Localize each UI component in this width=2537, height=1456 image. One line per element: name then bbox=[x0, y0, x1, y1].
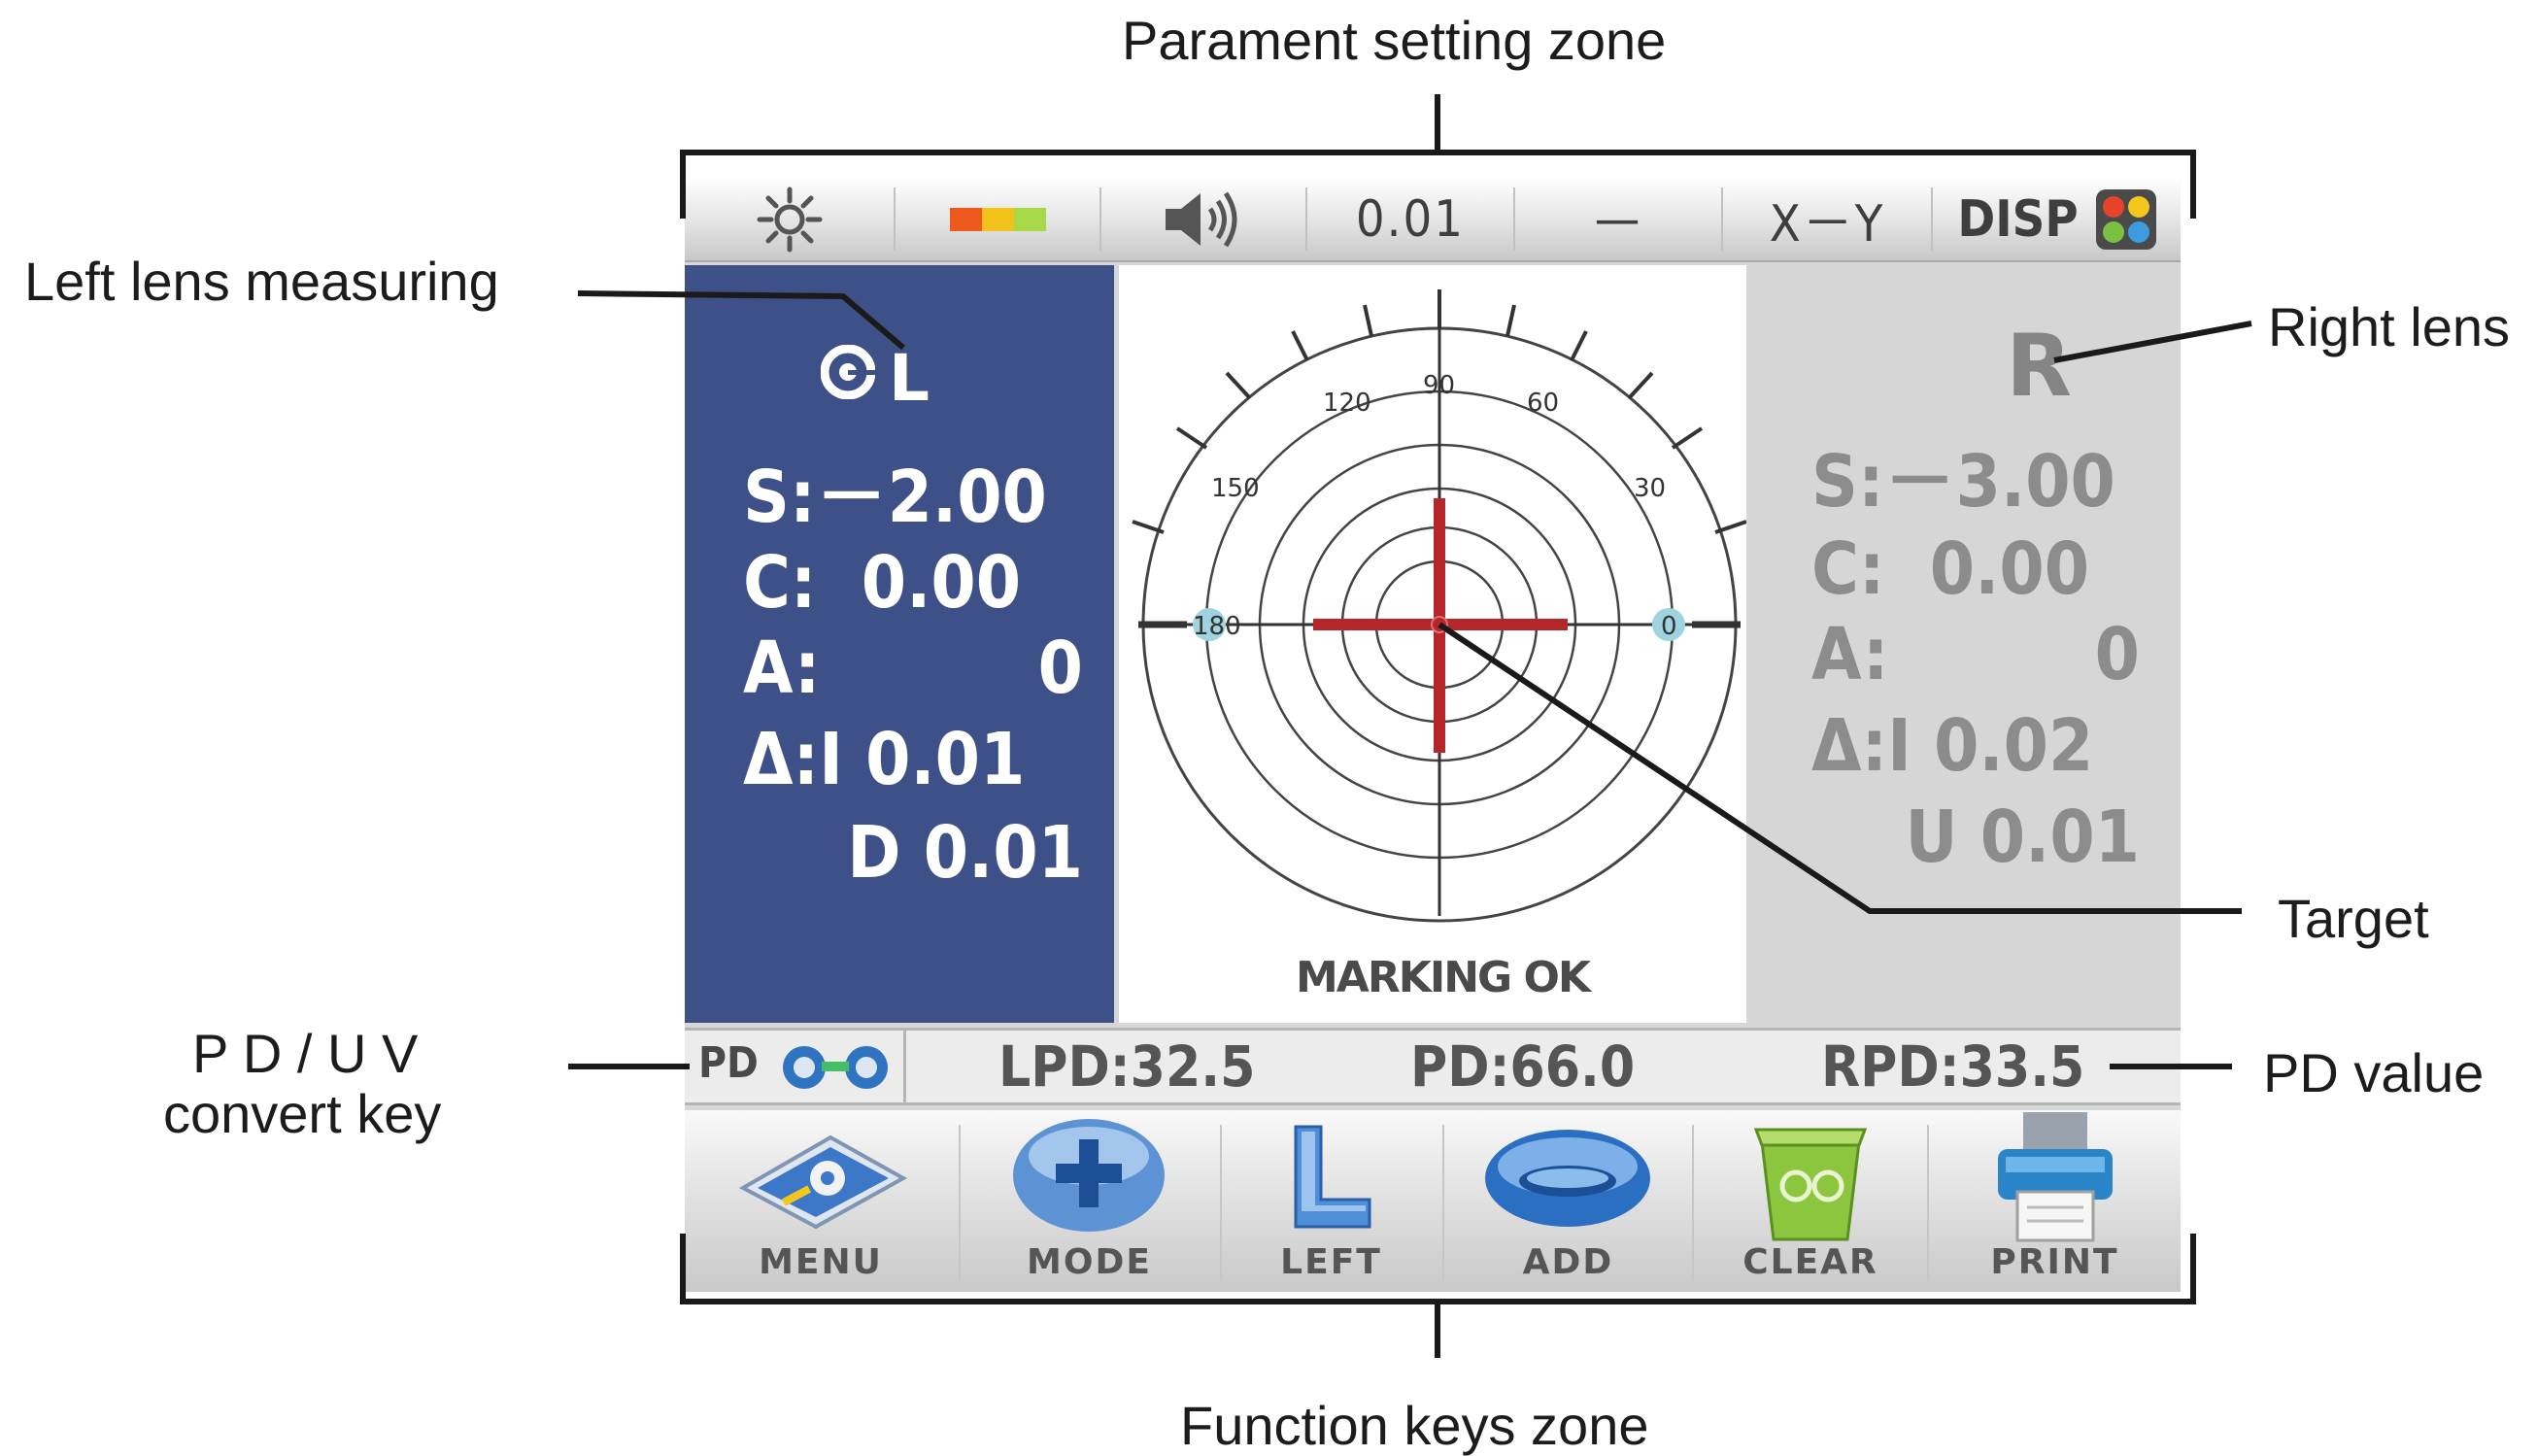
menu-tablet-icon bbox=[738, 1134, 908, 1230]
menu-button[interactable]: MENU bbox=[685, 1110, 957, 1292]
clear-button[interactable]: CLEAR bbox=[1694, 1110, 1927, 1292]
glasses-icon bbox=[783, 1046, 888, 1089]
pd-bar: PD LPD:32.5 PD:66.0 RPD:33.5 bbox=[685, 1028, 2181, 1105]
lens-indicator-icon bbox=[821, 345, 875, 399]
callout-target: Target bbox=[2278, 888, 2429, 949]
mode-label: MODE bbox=[1027, 1242, 1152, 1282]
angle-label-0: 0 bbox=[1661, 612, 1677, 641]
cylinder-sign-button[interactable]: — bbox=[1515, 178, 1721, 260]
angle-label-120: 120 bbox=[1323, 389, 1371, 418]
target-chart: 120 90 60 150 30 180 0 MARKING OK bbox=[1132, 289, 1747, 1002]
total-pd-value: PD:66.0 bbox=[1410, 1033, 1636, 1100]
left-axis-label: A: bbox=[743, 626, 821, 710]
print-button[interactable]: PRINT bbox=[1929, 1110, 2181, 1292]
callout-left-lens-measuring: Left lens measuring bbox=[24, 251, 499, 312]
callout-function-keys-zone: Function keys zone bbox=[1180, 1395, 1649, 1456]
left-lens-panel: L S:－2.00 C: 0.00 A: 0 Δ:I 0.01 D 0.01 bbox=[685, 265, 1114, 1023]
clear-label: CLEAR bbox=[1742, 1242, 1878, 1282]
right-axis-value: 0 bbox=[2094, 613, 2140, 696]
left-label: LEFT bbox=[1280, 1242, 1382, 1282]
parameter-setting-bar: 0.01 — X－Y DISP bbox=[685, 178, 2181, 262]
mode-xy-button[interactable]: X－Y bbox=[1723, 178, 1931, 260]
angle-label-30: 30 bbox=[1634, 474, 1666, 503]
left-pd-value: LPD:32.5 bbox=[998, 1033, 1256, 1100]
angle-label-150: 150 bbox=[1211, 474, 1260, 503]
disp-button[interactable]: DISP bbox=[1933, 178, 2181, 260]
right-axis-label: A: bbox=[1811, 613, 1889, 696]
add-lens-icon bbox=[1485, 1130, 1650, 1227]
function-keys-bar: MENU MODE LEFT ADD CLEAR PRINT bbox=[685, 1110, 2181, 1292]
battery-indicator[interactable] bbox=[896, 178, 1099, 260]
add-button[interactable]: ADD bbox=[1444, 1110, 1692, 1292]
left-prism-vertical: D 0.01 bbox=[847, 811, 1083, 895]
menu-label: MENU bbox=[759, 1242, 883, 1282]
disp-label: DISP bbox=[1957, 189, 2079, 249]
right-sphere-value: S:－3.00 bbox=[1811, 440, 2115, 524]
angle-label-90: 90 bbox=[1423, 371, 1455, 400]
right-lens-panel: R S:－3.00 C: 0.00 A: 0 Δ:I 0.02 U 0.01 bbox=[1751, 265, 2181, 1023]
plus-button-icon bbox=[1013, 1119, 1165, 1232]
right-pd-value: RPD:33.5 bbox=[1821, 1033, 2085, 1100]
brightness-button[interactable] bbox=[685, 178, 894, 260]
print-label: PRINT bbox=[1990, 1242, 2119, 1282]
grid-icon bbox=[2095, 188, 2156, 250]
angle-label-60: 60 bbox=[1527, 389, 1559, 418]
left-prism-horizontal: Δ:I 0.01 bbox=[743, 718, 1026, 801]
left-sphere-value: S:－2.00 bbox=[743, 456, 1047, 539]
printer-icon bbox=[1998, 1112, 2113, 1242]
mode-button[interactable]: MODE bbox=[961, 1110, 1218, 1292]
pd-uv-convert-key[interactable]: PD bbox=[685, 1031, 906, 1102]
left-button[interactable]: LEFT bbox=[1222, 1110, 1440, 1292]
device-screen: 0.01 — X－Y DISP L S:－2.00 C: 0.00 A: 0 Δ… bbox=[685, 178, 2181, 1292]
callout-right-lens: Right lens bbox=[2268, 296, 2511, 357]
speaker-icon bbox=[1166, 191, 1237, 247]
right-prism-vertical: U 0.01 bbox=[1905, 796, 2140, 879]
left-cylinder-value: C: 0.00 bbox=[743, 541, 1022, 625]
cylinder-sign-value: — bbox=[1594, 189, 1642, 249]
sun-icon bbox=[757, 186, 822, 252]
step-value: 0.01 bbox=[1355, 189, 1466, 249]
callout-pd-value: PD value bbox=[2263, 1042, 2485, 1103]
left-axis-value: 0 bbox=[1037, 626, 1083, 710]
target-panel: 120 90 60 150 30 180 0 MARKING OK bbox=[1119, 265, 1747, 1023]
callout-pd-uv-line1: P D / U V bbox=[192, 1023, 419, 1084]
step-button[interactable]: 0.01 bbox=[1307, 178, 1513, 260]
callout-parament-setting-zone: Parament setting zone bbox=[1122, 10, 1667, 71]
callout-pd-uv-line2: convert key bbox=[163, 1083, 442, 1144]
marking-status: MARKING OK bbox=[1296, 953, 1593, 1002]
right-lens-label: R bbox=[2006, 316, 2072, 416]
pd-key-label: PD bbox=[698, 1038, 759, 1088]
recycle-bin-icon bbox=[1753, 1128, 1868, 1241]
right-prism-horizontal: Δ:I 0.02 bbox=[1811, 704, 2094, 788]
add-label: ADD bbox=[1522, 1242, 1614, 1282]
angle-label-180: 180 bbox=[1193, 612, 1241, 641]
target-cross-vertical bbox=[1434, 498, 1445, 753]
right-cylinder-value: C: 0.00 bbox=[1811, 527, 2090, 611]
sound-button[interactable] bbox=[1101, 178, 1305, 260]
color-bar-icon bbox=[949, 207, 1046, 231]
left-lens-label: L bbox=[889, 341, 930, 416]
l-letter-icon bbox=[1294, 1125, 1371, 1229]
mode-xy-value: X－Y bbox=[1769, 195, 1885, 254]
